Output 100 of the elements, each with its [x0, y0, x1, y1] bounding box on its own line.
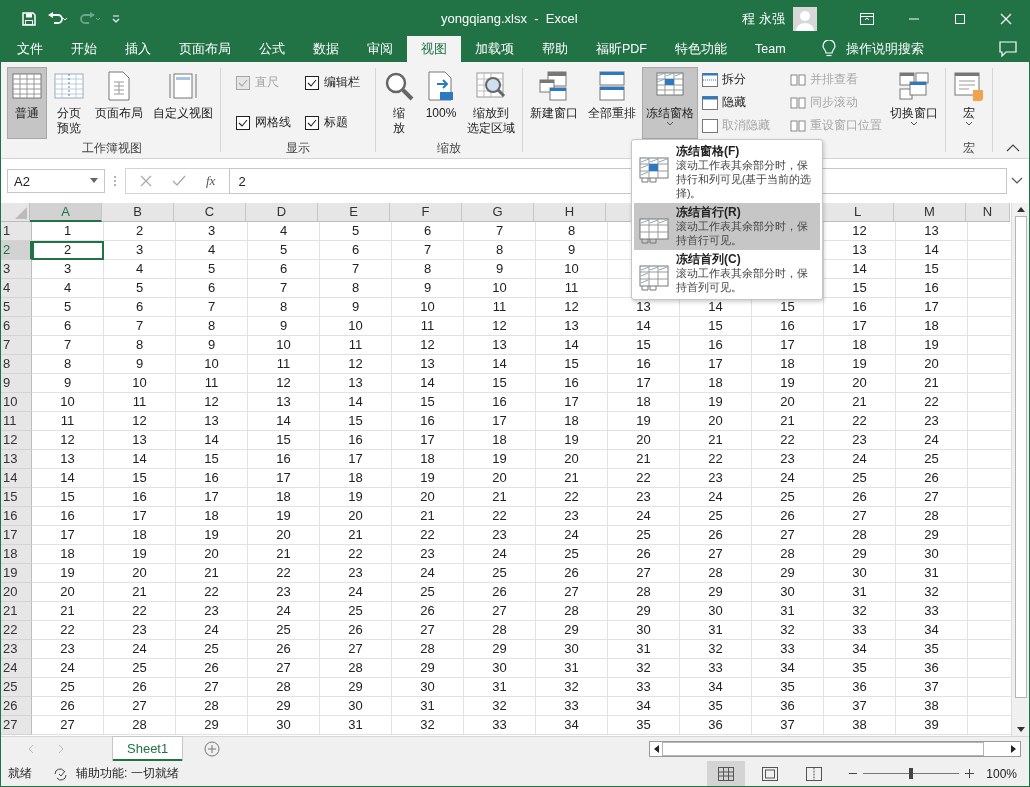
menu-item[interactable]: 冻结首行(R) 滚动工作表其余部分时，保持首行可见。: [634, 203, 820, 250]
window-button[interactable]: 全部重排: [584, 67, 640, 139]
scroll-left-icon[interactable]: [653, 745, 659, 753]
switch-windows-button[interactable]: 切换窗口: [886, 67, 942, 139]
name-box[interactable]: A2: [7, 169, 105, 193]
undo-button[interactable]: [47, 10, 69, 27]
tell-me-search[interactable]: 操作说明搜索: [835, 36, 924, 62]
column-header[interactable]: G: [462, 203, 534, 222]
column-header[interactable]: C: [174, 203, 246, 222]
maximize-icon[interactable]: [954, 12, 966, 25]
scroll-right-icon[interactable]: [1011, 745, 1017, 753]
horizontal-scrollbar[interactable]: [649, 741, 1021, 757]
ribbon-tab[interactable]: 文件: [1, 36, 57, 62]
column-header[interactable]: A: [30, 203, 102, 222]
sheet-tab[interactable]: Sheet1: [113, 737, 183, 761]
avatar-icon[interactable]: [793, 6, 817, 31]
row-header[interactable]: 15: [1, 488, 32, 507]
row-header[interactable]: 18: [1, 545, 32, 564]
checkbox[interactable]: 网格线: [236, 114, 291, 131]
ribbon-tab[interactable]: 福昕PDF: [582, 36, 661, 62]
scroll-thumb[interactable]: [662, 742, 984, 756]
row-header[interactable]: 3: [1, 260, 32, 279]
add-sheet-icon[interactable]: [204, 741, 221, 757]
zoom-percent[interactable]: 100%: [986, 766, 1017, 781]
accessibility-icon[interactable]: [52, 766, 70, 781]
row-header[interactable]: 26: [1, 697, 32, 716]
row-header[interactable]: 4: [1, 279, 32, 298]
ribbon-tab[interactable]: 开始: [57, 36, 111, 62]
row-header[interactable]: 10: [1, 393, 32, 412]
row-header[interactable]: 23: [1, 640, 32, 659]
view-button[interactable]: 自定义视图: [149, 67, 217, 139]
row-header[interactable]: 6: [1, 317, 32, 336]
vertical-scrollbar[interactable]: [1011, 203, 1029, 736]
window-option-button[interactable]: 拆分: [700, 68, 772, 91]
insert-function-button[interactable]: fx: [206, 173, 216, 189]
row-header[interactable]: 2: [1, 241, 32, 260]
column-header[interactable]: L: [822, 203, 894, 222]
ribbon-tab[interactable]: 加载项: [461, 36, 528, 62]
zoom-button[interactable]: 缩 放: [379, 67, 419, 139]
window-button[interactable]: 新建窗口: [526, 67, 582, 139]
checkbox[interactable]: 编辑栏: [305, 74, 360, 91]
window-option-button[interactable]: 隐藏: [700, 91, 772, 114]
row-header[interactable]: 27: [1, 716, 32, 735]
row-header[interactable]: 9: [1, 374, 32, 393]
row-header[interactable]: 11: [1, 412, 32, 431]
ribbon-display-options-icon[interactable]: [860, 12, 874, 25]
accessibility-status[interactable]: 辅助功能: 一切就绪: [76, 765, 179, 782]
ribbon-tab[interactable]: 帮助: [528, 36, 582, 62]
column-header[interactable]: N: [966, 203, 1010, 222]
zoom-button[interactable]: 100%: [421, 67, 461, 139]
ribbon-tab[interactable]: 视图: [407, 36, 461, 62]
ribbon-tab[interactable]: 数据: [299, 36, 353, 62]
view-button[interactable]: 普通: [7, 67, 47, 139]
comment-icon[interactable]: [999, 41, 1017, 57]
view-button[interactable]: 页面布局: [91, 67, 147, 139]
scroll-down-icon[interactable]: [1016, 727, 1025, 733]
ribbon-tab[interactable]: 插入: [111, 36, 165, 62]
save-button[interactable]: [21, 10, 37, 27]
row-header[interactable]: 13: [1, 450, 32, 469]
zoom-button[interactable]: 缩放到 选定区域: [463, 67, 519, 139]
ribbon-tab[interactable]: 页面布局: [165, 36, 245, 62]
expand-formula-bar-icon[interactable]: [1011, 177, 1023, 185]
drag-handle-icon[interactable]: [113, 174, 117, 188]
column-header[interactable]: E: [318, 203, 390, 222]
scroll-thumb[interactable]: [1014, 216, 1027, 698]
row-header[interactable]: 8: [1, 355, 32, 374]
ribbon-tab[interactable]: 公式: [245, 36, 299, 62]
row-header[interactable]: 21: [1, 602, 32, 621]
ribbon-tab[interactable]: 特色功能: [661, 36, 741, 62]
row-header[interactable]: 16: [1, 507, 32, 526]
enter-check-icon[interactable]: [172, 175, 186, 187]
column-header[interactable]: D: [246, 203, 318, 222]
column-header[interactable]: F: [390, 203, 462, 222]
row-header[interactable]: 14: [1, 469, 32, 488]
row-header[interactable]: 1: [1, 222, 32, 241]
view-button[interactable]: 分页 预览: [49, 67, 89, 139]
ribbon-tab[interactable]: Team: [741, 36, 800, 62]
close-icon[interactable]: [1000, 12, 1012, 25]
row-header[interactable]: 17: [1, 526, 32, 545]
window-button[interactable]: 冻结窗格: [642, 67, 698, 139]
macros-button[interactable]: 宏: [949, 67, 989, 139]
row-header[interactable]: 19: [1, 564, 32, 583]
checkbox[interactable]: 标题: [305, 114, 360, 131]
column-header[interactable]: B: [102, 203, 174, 222]
collapse-ribbon-icon[interactable]: [1006, 144, 1020, 152]
row-header[interactable]: 12: [1, 431, 32, 450]
row-header[interactable]: 24: [1, 659, 32, 678]
ribbon-tab[interactable]: 审阅: [353, 36, 407, 62]
menu-item[interactable]: 冻结首列(C) 滚动工作表其余部分时，保持首列可见。: [634, 250, 820, 297]
column-header[interactable]: M: [894, 203, 966, 222]
zoom-slider-thumb[interactable]: [909, 768, 914, 779]
row-header[interactable]: 25: [1, 678, 32, 697]
row-header[interactable]: 20: [1, 583, 32, 602]
column-header[interactable]: H: [534, 203, 606, 222]
scroll-up-icon[interactable]: [1016, 206, 1025, 212]
row-header[interactable]: 5: [1, 298, 32, 317]
row-header[interactable]: 7: [1, 336, 32, 355]
row-header[interactable]: 22: [1, 621, 32, 640]
view-button[interactable]: [707, 761, 746, 786]
zoom-in-icon[interactable]: [965, 769, 975, 778]
